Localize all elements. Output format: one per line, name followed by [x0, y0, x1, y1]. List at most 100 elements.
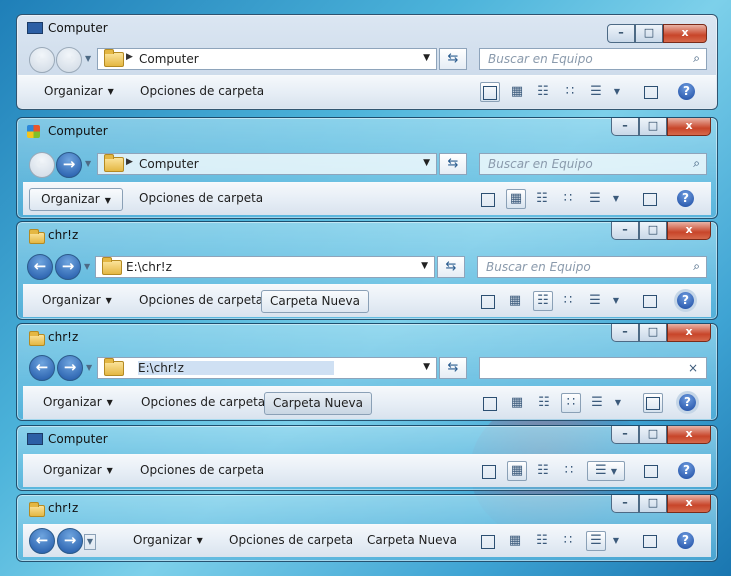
- search-input[interactable]: Buscar en Equipo: [488, 52, 593, 66]
- maximize-button[interactable]: □: [639, 118, 667, 136]
- close-button[interactable]: x: [667, 118, 711, 136]
- organize-button[interactable]: Organizar ▼: [29, 188, 123, 211]
- search-box[interactable]: Buscar en Equipo ⌕: [477, 256, 707, 278]
- preview-pane-icon[interactable]: [642, 83, 660, 101]
- search-box[interactable]: Buscar en Equipo ⌕: [479, 48, 707, 70]
- refresh-button[interactable]: ⇆: [439, 357, 467, 379]
- preview-view-icon[interactable]: [480, 462, 498, 480]
- close-button[interactable]: x: [667, 222, 711, 240]
- maximize-button[interactable]: □: [639, 324, 667, 342]
- details-view-icon[interactable]: ☷: [533, 532, 551, 550]
- help-icon[interactable]: ?: [678, 462, 695, 479]
- refresh-button[interactable]: ⇆: [439, 153, 467, 175]
- title-bar[interactable]: Computer – □ x: [17, 118, 717, 144]
- folder-options-button[interactable]: Opciones de carpeta: [140, 455, 264, 487]
- close-button[interactable]: x: [667, 495, 711, 513]
- help-icon[interactable]: ?: [677, 190, 694, 207]
- organize-button[interactable]: Organizar ▼: [43, 387, 113, 419]
- search-icon[interactable]: ⌕: [693, 51, 700, 66]
- forward-button[interactable]: →: [55, 254, 81, 280]
- folder-options-button[interactable]: Opciones de carpeta: [140, 76, 264, 108]
- preview-pane-icon[interactable]: [641, 190, 659, 208]
- tiles-view-icon[interactable]: ∷: [559, 532, 577, 550]
- close-button[interactable]: x: [663, 24, 707, 43]
- search-input[interactable]: Buscar en Equipo: [488, 157, 593, 171]
- search-input[interactable]: Buscar en Equipo: [486, 260, 591, 274]
- maximize-button[interactable]: □: [639, 495, 667, 513]
- close-button[interactable]: x: [667, 324, 711, 342]
- forward-button[interactable]: →: [56, 47, 82, 73]
- preview-view-icon[interactable]: [479, 292, 497, 310]
- large-icons-view-icon[interactable]: ▦: [508, 394, 526, 412]
- path-text[interactable]: E:\chr!z: [138, 361, 334, 375]
- path-box[interactable]: E:\chr!z ▼: [95, 256, 435, 278]
- large-icons-view-icon[interactable]: ▦: [507, 461, 527, 481]
- forward-button[interactable]: →: [57, 355, 83, 381]
- recent-pages-dropdown-icon[interactable]: ▼: [84, 534, 96, 550]
- folder-options-button[interactable]: Opciones de carpeta: [141, 387, 265, 419]
- search-icon[interactable]: ⌕: [693, 156, 700, 171]
- preview-pane-icon[interactable]: [641, 532, 659, 550]
- tiles-view-icon[interactable]: ∷: [561, 83, 579, 101]
- recent-pages-dropdown-icon[interactable]: ▼: [84, 262, 92, 271]
- minimize-button[interactable]: –: [611, 426, 639, 444]
- search-box[interactable]: ×: [479, 357, 707, 379]
- new-folder-button[interactable]: Carpeta Nueva: [264, 392, 372, 415]
- back-button[interactable]: ←: [29, 355, 55, 381]
- back-button[interactable]: ←: [29, 528, 55, 554]
- large-icons-view-icon[interactable]: ▦: [508, 83, 526, 101]
- title-bar[interactable]: chr!z – □ x: [17, 222, 717, 248]
- tiles-view-icon[interactable]: ∷: [559, 292, 577, 310]
- new-folder-button[interactable]: Carpeta Nueva: [367, 525, 457, 557]
- maximize-button[interactable]: □: [635, 24, 663, 43]
- back-button[interactable]: ←: [27, 254, 53, 280]
- view-options-dropdown-icon[interactable]: ▼: [609, 394, 627, 412]
- view-options-dropdown-icon[interactable]: ▼: [607, 292, 625, 310]
- recent-pages-dropdown-icon[interactable]: ▼: [85, 159, 93, 168]
- path-box[interactable]: E:\chr!z ▼: [97, 357, 437, 379]
- path-box[interactable]: ▶ Computer ▼: [97, 153, 437, 175]
- organize-button[interactable]: Organizar ▼: [133, 525, 203, 557]
- title-bar[interactable]: Computer – □ x: [17, 15, 717, 43]
- large-icons-view-icon[interactable]: ▦: [506, 532, 524, 550]
- list-view-icon[interactable]: ☰: [586, 292, 604, 310]
- forward-button[interactable]: →: [57, 528, 83, 554]
- help-icon[interactable]: ?: [679, 394, 696, 411]
- search-icon[interactable]: ⌕: [693, 259, 700, 274]
- preview-view-icon[interactable]: [481, 394, 499, 412]
- refresh-button[interactable]: ⇆: [437, 256, 465, 278]
- minimize-button[interactable]: –: [611, 324, 639, 342]
- minimize-button[interactable]: –: [611, 222, 639, 240]
- help-icon[interactable]: ?: [678, 83, 695, 100]
- list-view-icon[interactable]: ☰: [588, 394, 606, 412]
- large-icons-view-icon[interactable]: ▦: [506, 292, 524, 310]
- forward-button[interactable]: →: [56, 152, 82, 178]
- title-bar[interactable]: Computer – □ x: [17, 426, 717, 452]
- view-options-dropdown-icon[interactable]: ▼: [608, 83, 626, 101]
- back-button[interactable]: ←: [29, 152, 55, 178]
- details-view-icon[interactable]: ☷: [535, 394, 553, 412]
- folder-options-button[interactable]: Opciones de carpeta: [229, 525, 353, 557]
- recent-pages-dropdown-icon[interactable]: ▼: [85, 54, 93, 63]
- preview-view-icon[interactable]: [480, 82, 500, 102]
- tiles-view-icon[interactable]: ∷: [560, 462, 578, 480]
- recent-pages-dropdown-icon[interactable]: ▼: [86, 363, 94, 372]
- organize-button[interactable]: Organizar ▼: [44, 76, 114, 108]
- preview-pane-icon[interactable]: [643, 393, 663, 413]
- details-view-icon[interactable]: ☷: [533, 291, 553, 311]
- help-icon[interactable]: ?: [677, 292, 694, 309]
- view-options-dropdown-icon[interactable]: ▼: [607, 532, 625, 550]
- details-view-icon[interactable]: ☷: [534, 83, 552, 101]
- preview-pane-icon[interactable]: [642, 462, 660, 480]
- minimize-button[interactable]: –: [607, 24, 635, 43]
- clear-search-icon[interactable]: ×: [688, 361, 698, 375]
- preview-view-icon[interactable]: [479, 532, 497, 550]
- search-box[interactable]: Buscar en Equipo ⌕: [479, 153, 707, 175]
- minimize-button[interactable]: –: [611, 118, 639, 136]
- refresh-button[interactable]: ⇆: [439, 48, 467, 70]
- details-view-icon[interactable]: ☷: [533, 190, 551, 208]
- folder-options-button[interactable]: Opciones de carpeta: [139, 183, 263, 215]
- tiles-view-icon[interactable]: ∷: [561, 393, 581, 413]
- view-options-dropdown-icon[interactable]: ▼: [607, 190, 625, 208]
- close-button[interactable]: x: [667, 426, 711, 444]
